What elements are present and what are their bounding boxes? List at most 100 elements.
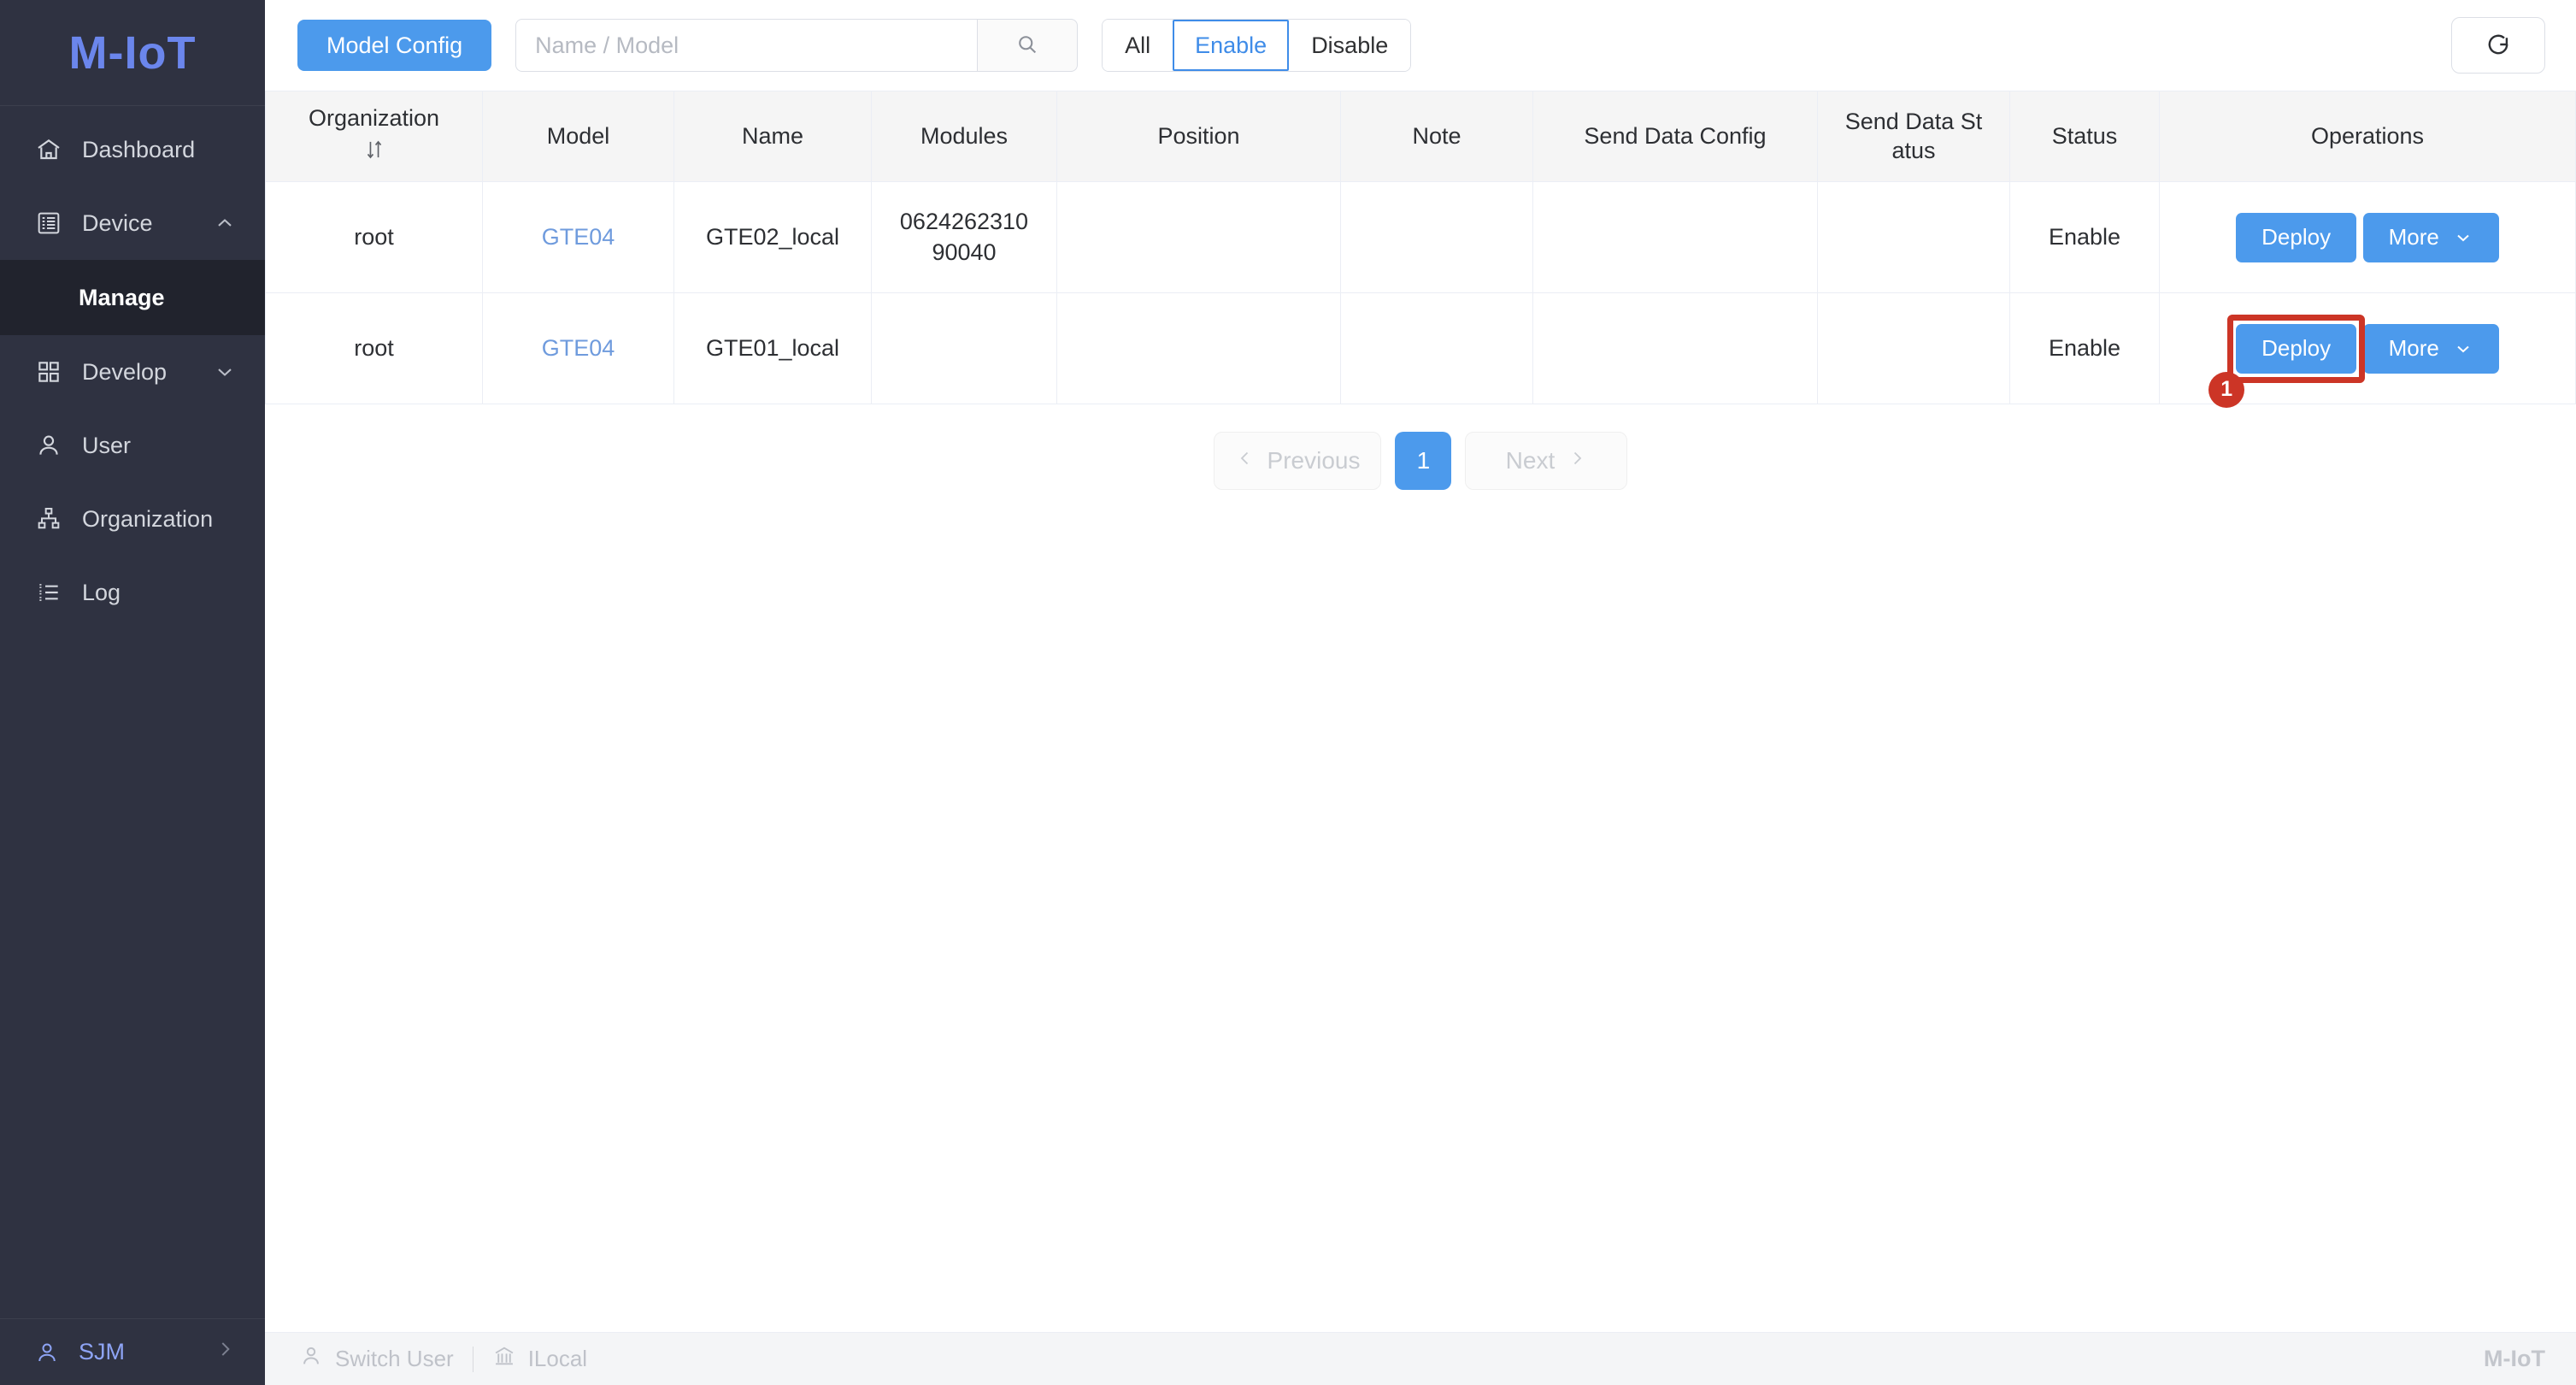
cell-send-data-status	[1817, 181, 2010, 293]
cell-modules	[871, 292, 1057, 404]
refresh-button[interactable]	[2451, 17, 2545, 74]
footer-brand: M-IoT	[2484, 1346, 2545, 1371]
cell-modules: 0624262310 90040	[871, 181, 1057, 293]
column-header-organization[interactable]: Organization	[265, 91, 483, 182]
cell-status: Enable	[2009, 292, 2160, 404]
pagination-page-1[interactable]: 1	[1395, 432, 1452, 490]
search-button[interactable]	[977, 19, 1079, 72]
switch-user-button[interactable]: Switch User	[299, 1344, 454, 1374]
deploy-button[interactable]: Deploy	[2236, 212, 2357, 262]
sidebar: M-IoT Dashboard Device Manage Develop Us…	[0, 0, 265, 1385]
cell-organization: root	[265, 181, 483, 293]
toolbar: Model Config All Enable Disable	[265, 0, 2576, 91]
grid-icon	[34, 357, 63, 386]
org-tree-icon	[34, 504, 63, 533]
switch-user-label: Switch User	[335, 1346, 454, 1371]
refresh-icon	[2484, 30, 2513, 62]
sidebar-item-label: Log	[82, 579, 121, 605]
sidebar-item-device[interactable]: Device	[0, 186, 265, 260]
highlight-badge: 1	[2208, 371, 2245, 408]
chevron-left-icon	[1235, 447, 1256, 474]
chevron-right-icon	[1567, 447, 1587, 474]
column-header-note: Note	[1340, 91, 1533, 182]
main-content: Model Config All Enable Disable	[265, 0, 2576, 1385]
filter-enable[interactable]: Enable	[1173, 20, 1290, 71]
model-config-button[interactable]: Model Config	[297, 20, 492, 71]
chevron-down-icon	[2453, 339, 2473, 359]
sidebar-item-dashboard[interactable]: Dashboard	[0, 113, 265, 186]
cell-note	[1340, 181, 1533, 293]
more-button-label: More	[2388, 335, 2439, 361]
sidebar-username: SJM	[79, 1339, 125, 1364]
sidebar-subitem-label: Manage	[79, 284, 165, 310]
search-group	[515, 19, 1079, 72]
table-row: root GTE04 GTE02_local 0624262310 90040 …	[265, 181, 2576, 293]
sidebar-item-develop[interactable]: Develop	[0, 335, 265, 409]
column-header-send-data-status: Send Data St atus	[1817, 91, 2010, 182]
pagination-previous[interactable]: Previous	[1213, 432, 1382, 490]
cell-position	[1056, 292, 1341, 404]
sort-icon[interactable]	[274, 138, 473, 168]
cell-operations: Deploy More	[2159, 181, 2576, 293]
column-header-position: Position	[1056, 91, 1341, 182]
cell-organization: root	[265, 292, 483, 404]
organization-indicator[interactable]: ILocal	[492, 1344, 587, 1374]
chevron-down-icon[interactable]	[212, 359, 238, 385]
table-header-row: Organization Model Name Modules Position…	[265, 91, 2576, 182]
sidebar-item-log[interactable]: Log	[0, 556, 265, 629]
more-button[interactable]: More	[2362, 212, 2499, 262]
cell-send-data-config	[1532, 181, 1818, 293]
sidebar-item-label: User	[82, 432, 132, 458]
search-icon	[1015, 32, 1039, 59]
list-icon	[34, 578, 63, 607]
model-link[interactable]: GTE04	[542, 224, 615, 250]
more-button-label: More	[2388, 224, 2439, 250]
pagination-next-label: Next	[1505, 447, 1556, 474]
deploy-button-wrap: Deploy 1	[2208, 314, 2366, 408]
organization-label: ILocal	[527, 1346, 588, 1371]
column-header-modules: Modules	[871, 91, 1057, 182]
status-filter-group: All Enable Disable	[1102, 19, 1412, 72]
chevron-down-icon	[2453, 227, 2473, 248]
column-header-send-data-config: Send Data Config	[1532, 91, 1818, 182]
column-header-operations: Operations	[2159, 91, 2576, 182]
cell-model: GTE04	[482, 292, 674, 404]
search-input[interactable]	[515, 19, 978, 72]
app-root: M-IoT Dashboard Device Manage Develop Us…	[0, 0, 2576, 1385]
cell-name: GTE01_local	[673, 292, 872, 404]
cell-name: GTE02_local	[673, 181, 872, 293]
footer-bar: Switch User ILocal M-IoT	[265, 1332, 2576, 1385]
chevron-up-icon[interactable]	[212, 210, 238, 236]
sidebar-user-row[interactable]: SJM	[0, 1318, 265, 1385]
column-header-status: Status	[2009, 91, 2160, 182]
pagination-next[interactable]: Next	[1465, 432, 1628, 490]
more-button[interactable]: More	[2362, 323, 2499, 374]
sidebar-item-user[interactable]: User	[0, 409, 265, 482]
cell-operations: Deploy 1 More	[2159, 292, 2576, 408]
brand-title: M-IoT	[68, 27, 197, 79]
sidebar-item-organization[interactable]: Organization	[0, 482, 265, 556]
home-icon	[34, 135, 63, 164]
sidebar-item-label: Develop	[82, 358, 168, 385]
sidebar-item-label: Device	[82, 209, 153, 236]
device-icon	[34, 209, 63, 238]
column-header-name: Name	[673, 91, 872, 182]
deploy-button[interactable]: Deploy	[2236, 323, 2357, 374]
cell-send-data-config	[1532, 292, 1818, 404]
filter-all[interactable]: All	[1103, 20, 1173, 71]
cell-status: Enable	[2009, 181, 2160, 293]
sidebar-item-manage[interactable]: Manage	[0, 260, 265, 335]
column-header-model: Model	[482, 91, 674, 182]
model-link[interactable]: GTE04	[542, 335, 615, 361]
filter-disable[interactable]: Disable	[1289, 20, 1411, 71]
user-icon	[34, 1339, 62, 1366]
bank-icon	[492, 1344, 528, 1374]
deploy-button-wrap: Deploy	[2236, 212, 2357, 262]
pagination: Previous 1 Next	[265, 404, 2576, 490]
brand-logo: M-IoT	[0, 0, 265, 106]
chevron-right-icon[interactable]	[214, 1338, 236, 1366]
sidebar-item-label: Dashboard	[82, 136, 196, 162]
cell-send-data-status	[1817, 292, 2010, 404]
table-row: root GTE04 GTE01_local Enable Deploy 1 M…	[265, 292, 2576, 408]
